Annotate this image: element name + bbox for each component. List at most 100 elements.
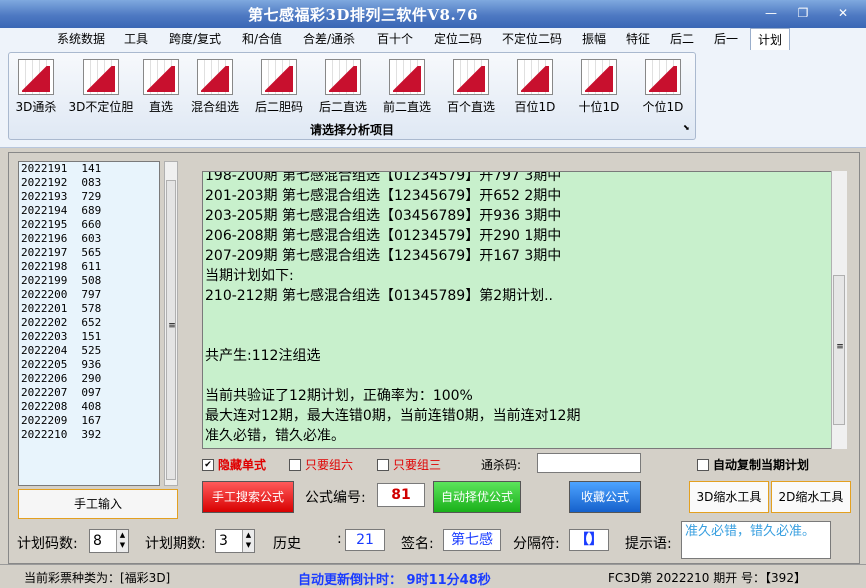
tab-last-two[interactable]: 后二 xyxy=(662,28,702,50)
issue-row[interactable]: 2022195 660 xyxy=(19,218,159,232)
issue-row[interactable]: 2022209 167 xyxy=(19,414,159,428)
tab-hundreds-tens-units[interactable]: 百十个 xyxy=(368,28,422,50)
spin-down-icon[interactable]: ▼ xyxy=(117,540,128,550)
tab-tools[interactable]: 工具 xyxy=(114,28,158,50)
minimize-button[interactable]: — xyxy=(760,4,782,22)
issue-row[interactable]: 2022208 408 xyxy=(19,400,159,414)
spin-buttons[interactable]: ▲ ▼ xyxy=(116,530,128,552)
issue-row[interactable]: 2022193 729 xyxy=(19,190,159,204)
restore-button[interactable]: ❐ xyxy=(792,4,814,22)
2d-shrink-tool-button[interactable]: 2D缩水工具 xyxy=(771,481,851,513)
auto-select-formula-button[interactable]: 自动择优公式 xyxy=(433,481,521,513)
ribbon-btn-label: 前二直选 xyxy=(382,100,431,114)
formula-no-field[interactable]: 81 xyxy=(377,483,425,507)
issue-row[interactable]: 2022198 611 xyxy=(19,260,159,274)
plan-periods-spinner[interactable]: 3 ▲ ▼ xyxy=(215,529,255,553)
checkbox-checked-icon: ✔ xyxy=(202,458,214,471)
ribbon-btn-last-two-dan[interactable]: 后二胆码 xyxy=(249,59,309,119)
issue-number: 141 xyxy=(81,162,102,175)
issue-row[interactable]: 2022207 097 xyxy=(19,386,159,400)
issue-row[interactable]: 2022196 603 xyxy=(19,232,159,246)
ribbon-btn-3d-kill[interactable]: 3D通杀 xyxy=(11,59,61,119)
manual-search-formula-button[interactable]: 手工搜索公式 xyxy=(202,481,294,513)
issue-number: 097 xyxy=(81,386,102,399)
issue-row[interactable]: 2022191 141 xyxy=(19,162,159,176)
issue-row[interactable]: 2022199 508 xyxy=(19,274,159,288)
tab-plan[interactable]: 计划 xyxy=(750,28,790,50)
draw-history-list[interactable]: 2022191 141 2022192 083 2022193 729 2022194 689… xyxy=(18,161,160,486)
auto-copy-checkbox[interactable]: 自动复制当期计划 xyxy=(697,457,809,473)
spin-down-icon[interactable]: ▼ xyxy=(243,540,254,550)
output-line: 共产生:112注组选 xyxy=(205,348,321,364)
draw-info-status: FC3D第 2022210 期开 号：【392】 xyxy=(608,571,806,585)
title-bar: 第七感福彩3D排列三软件V8.76 — ❐ ✕ xyxy=(0,0,866,28)
ribbon-btn-first-two-direct[interactable]: 前二直选 xyxy=(377,59,437,119)
only-group3-checkbox[interactable]: 只要组三 xyxy=(377,457,441,473)
issue-row[interactable]: 2022206 290 xyxy=(19,372,159,386)
issue-row[interactable]: 2022201 578 xyxy=(19,302,159,316)
ribbon-btn-direct[interactable]: 直选 xyxy=(141,59,181,119)
tab-unfixed-two[interactable]: 不定位二码 xyxy=(494,28,570,50)
hint-field[interactable]: 准久必错，错久必准。 xyxy=(681,521,831,559)
tab-fixed-two[interactable]: 定位二码 xyxy=(426,28,490,50)
sign-field[interactable]: 第七感 xyxy=(443,529,501,551)
tab-last-one[interactable]: 后一 xyxy=(706,28,746,50)
tab-sum-value[interactable]: 和/合值 xyxy=(232,28,292,50)
ribbon-btn-label: 3D不定位胆 xyxy=(68,100,134,114)
issue-row[interactable]: 2022192 083 xyxy=(19,176,159,190)
list-scrollbar[interactable]: ≡ xyxy=(164,161,178,486)
issue-number: 797 xyxy=(81,288,102,301)
tab-diff-kill[interactable]: 合差/通杀 xyxy=(296,28,362,50)
tab-span-compound[interactable]: 跨度/复式 xyxy=(160,28,230,50)
history-field[interactable]: 21 xyxy=(345,529,385,551)
hide-single-checkbox[interactable]: ✔ 隐藏单式 xyxy=(202,457,266,473)
ribbon-btn-label: 混合组选 xyxy=(190,100,239,114)
issue-number: 408 xyxy=(81,400,102,413)
collect-formula-button[interactable]: 收藏公式 xyxy=(569,481,641,513)
only-group6-checkbox[interactable]: 只要组六 xyxy=(289,457,353,473)
spin-up-icon[interactable]: ▲ xyxy=(117,530,128,540)
main-panel: 2022191 141 2022192 083 2022193 729 2022194 689… xyxy=(8,152,860,564)
kill-code-input[interactable] xyxy=(537,453,641,473)
issue-number: 603 xyxy=(81,232,102,245)
issue-row[interactable]: 2022202 652 xyxy=(19,316,159,330)
tab-amplitude[interactable]: 振幅 xyxy=(574,28,614,50)
issue-number: 508 xyxy=(81,274,102,287)
plan-codes-spinner[interactable]: 8 ▲ ▼ xyxy=(89,529,129,553)
ribbon-btn-tens-1d[interactable]: 十位1D xyxy=(573,59,625,119)
output-line: 当前共验证了12期计划，正确率为：100% xyxy=(205,388,473,404)
issue-row[interactable]: 2022205 936 xyxy=(19,358,159,372)
3d-shrink-tool-button[interactable]: 3D缩水工具 xyxy=(689,481,769,513)
spin-buttons[interactable]: ▲ ▼ xyxy=(242,530,254,552)
group-launcher-icon[interactable]: ⬊ xyxy=(683,123,693,133)
issue-row[interactable]: 2022194 689 xyxy=(19,204,159,218)
plan-codes-value: 8 xyxy=(93,533,102,549)
grip-icon: ≡ xyxy=(168,321,176,331)
ribbon-btn-hundreds-units-direct[interactable]: 百个直选 xyxy=(441,59,501,119)
close-button[interactable]: ✕ xyxy=(830,4,856,22)
ribbon-btn-last-two-direct[interactable]: 后二直选 xyxy=(313,59,373,119)
issue-period: 2022203 xyxy=(21,330,68,343)
issue-row[interactable]: 2022197 565 xyxy=(19,246,159,260)
separator-field[interactable]: 【】 xyxy=(569,529,609,551)
issue-period: 2022192 xyxy=(21,176,68,189)
spin-up-icon[interactable]: ▲ xyxy=(243,530,254,540)
ribbon-btn-mixed-group[interactable]: 混合组选 xyxy=(185,59,245,119)
issue-period: 2022204 xyxy=(21,344,68,357)
manual-input-button[interactable]: 手工输入 xyxy=(18,489,178,519)
issue-row[interactable]: 2022204 525 xyxy=(19,344,159,358)
ribbon-btn-units-1d[interactable]: 个位1D xyxy=(637,59,689,119)
tab-system-data[interactable]: 系统数据 xyxy=(50,28,112,50)
plan-output-text[interactable]: 198-200期 第七感混合组选【01234579】开797 3期中 201-20… xyxy=(202,171,847,449)
output-line: 当期计划如下: xyxy=(205,268,294,284)
issue-row[interactable]: 2022210 392 xyxy=(19,428,159,442)
issue-row[interactable]: 2022203 151 xyxy=(19,330,159,344)
output-scrollbar[interactable]: ≡ xyxy=(831,171,847,449)
issue-row[interactable]: 2022200 797 xyxy=(19,288,159,302)
ribbon-btn-3d-unfixed[interactable]: 3D不定位胆 xyxy=(65,59,137,119)
list-scroll-thumb[interactable]: ≡ xyxy=(166,180,176,480)
ribbon-btn-hundreds-1d[interactable]: 百位1D xyxy=(509,59,561,119)
ribbon-btn-label: 后二胆码 xyxy=(254,100,303,114)
output-scroll-thumb[interactable]: ≡ xyxy=(833,275,845,425)
tab-feature[interactable]: 特征 xyxy=(618,28,658,50)
